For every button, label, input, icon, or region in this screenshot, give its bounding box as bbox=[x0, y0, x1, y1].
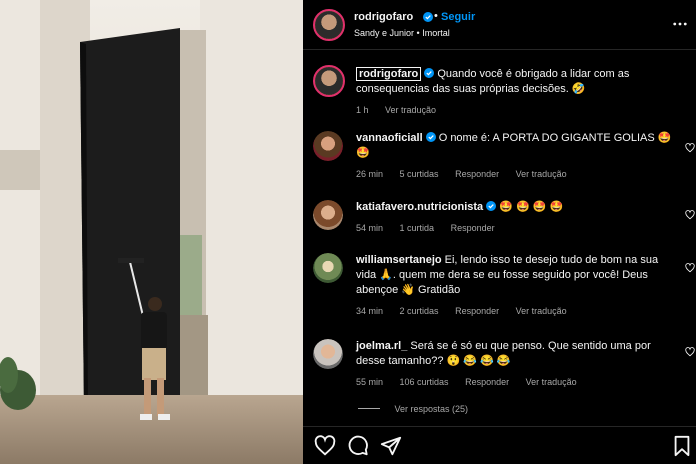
comment-likes[interactable]: 106 curtidas bbox=[400, 377, 449, 387]
verified-badge-icon bbox=[423, 12, 433, 22]
comment-text-block: joelma.rl_ Será se é só eu que penso. Qu… bbox=[356, 339, 681, 369]
comment-username[interactable]: williamsertanejo bbox=[356, 254, 442, 266]
like-comment-heart-icon[interactable] bbox=[685, 263, 695, 273]
verified-badge-icon bbox=[424, 68, 435, 78]
comment-username[interactable]: katiafavero.nutricionista bbox=[356, 201, 483, 213]
verified-badge-icon bbox=[425, 132, 436, 142]
verified-badge-icon bbox=[486, 201, 497, 211]
comment-likes[interactable]: 2 curtidas bbox=[400, 306, 439, 316]
comment-username[interactable]: joelma.rl_ bbox=[356, 340, 407, 352]
reply-button[interactable]: Responder bbox=[451, 223, 495, 233]
bookmark-icon[interactable] bbox=[671, 435, 693, 457]
comment-item: joelma.rl_ Será se é só eu que penso. Qu… bbox=[313, 339, 695, 394]
view-replies[interactable]: Ver respostas (25) bbox=[358, 404, 468, 414]
replies-divider bbox=[358, 408, 380, 409]
comment-time[interactable]: 55 min bbox=[356, 377, 383, 387]
photo-illustration bbox=[0, 0, 303, 464]
commenter-avatar[interactable] bbox=[313, 131, 343, 161]
comment-item: williamsertanejo Ei, lendo isso te desej… bbox=[313, 253, 695, 323]
comment-time[interactable]: 34 min bbox=[356, 306, 383, 316]
caption-meta: 1 h Ver tradução bbox=[356, 105, 681, 115]
comment-text-block: williamsertanejo Ei, lendo isso te desej… bbox=[356, 253, 681, 298]
comment-meta: 26 min 5 curtidas Responder Ver tradução bbox=[356, 169, 681, 179]
post-panel: rodrigofaro • Seguir Sandy e Junior • Im… bbox=[303, 0, 696, 464]
post-location[interactable]: Sandy e Junior • Imortal bbox=[354, 28, 450, 38]
comment-time[interactable]: 54 min bbox=[356, 223, 383, 233]
see-translation-link[interactable]: Ver tradução bbox=[385, 105, 436, 115]
reply-button[interactable]: Responder bbox=[455, 169, 499, 179]
see-translation-link[interactable]: Ver tradução bbox=[526, 377, 577, 387]
comment-meta: 54 min 1 curtida Responder bbox=[356, 223, 681, 233]
follow-button[interactable]: Seguir bbox=[441, 11, 475, 23]
comment-text-block: katiafavero.nutricionista 🤩 🤩 🤩 🤩 bbox=[356, 200, 681, 215]
commenter-avatar[interactable] bbox=[313, 200, 343, 230]
more-options-icon[interactable] bbox=[673, 22, 687, 26]
share-icon[interactable] bbox=[380, 435, 402, 457]
comment-meta: 55 min 106 curtidas Responder Ver traduç… bbox=[356, 377, 681, 387]
comment-likes[interactable]: 1 curtida bbox=[400, 223, 435, 233]
caption: rodrigofaro Quando você é obrigado a lid… bbox=[313, 65, 688, 115]
see-translation-link[interactable]: Ver tradução bbox=[516, 306, 567, 316]
author-username[interactable]: rodrigofaro bbox=[354, 11, 413, 23]
comment-username[interactable]: vannaoficiall bbox=[356, 132, 423, 144]
caption-username[interactable]: rodrigofaro bbox=[356, 67, 422, 81]
commenter-avatar[interactable] bbox=[313, 339, 343, 369]
author-avatar[interactable] bbox=[313, 9, 345, 41]
action-bar bbox=[303, 426, 696, 464]
reply-button[interactable]: Responder bbox=[465, 377, 509, 387]
comment-text-block: vannaoficiall O nome é: A PORTA DO GIGAN… bbox=[356, 131, 681, 161]
like-comment-heart-icon[interactable] bbox=[685, 347, 695, 357]
post-photo bbox=[0, 0, 303, 464]
like-comment-heart-icon[interactable] bbox=[685, 143, 695, 153]
comment-meta: 34 min 2 curtidas Responder Ver tradução bbox=[356, 306, 681, 316]
commenter-avatar[interactable] bbox=[313, 253, 343, 283]
comment-item: vannaoficiall O nome é: A PORTA DO GIGAN… bbox=[313, 131, 695, 186]
heart-icon[interactable] bbox=[314, 435, 336, 457]
caption-avatar[interactable] bbox=[313, 65, 345, 97]
caption-time[interactable]: 1 h bbox=[356, 105, 369, 115]
view-replies-label[interactable]: Ver respostas (25) bbox=[395, 404, 469, 414]
comment-icon[interactable] bbox=[347, 435, 369, 457]
like-comment-heart-icon[interactable] bbox=[685, 210, 695, 220]
comment-time[interactable]: 26 min bbox=[356, 169, 383, 179]
caption-text-block: rodrigofaro Quando você é obrigado a lid… bbox=[356, 67, 681, 97]
comment-likes[interactable]: 5 curtidas bbox=[400, 169, 439, 179]
post-header: rodrigofaro • Seguir Sandy e Junior • Im… bbox=[303, 0, 696, 50]
header-dot: • bbox=[434, 10, 438, 22]
comment-text: 🤩 🤩 🤩 🤩 bbox=[499, 201, 564, 213]
see-translation-link[interactable]: Ver tradução bbox=[516, 169, 567, 179]
comment-item: katiafavero.nutricionista 🤩 🤩 🤩 🤩 54 min… bbox=[313, 200, 695, 240]
reply-button[interactable]: Responder bbox=[455, 306, 499, 316]
